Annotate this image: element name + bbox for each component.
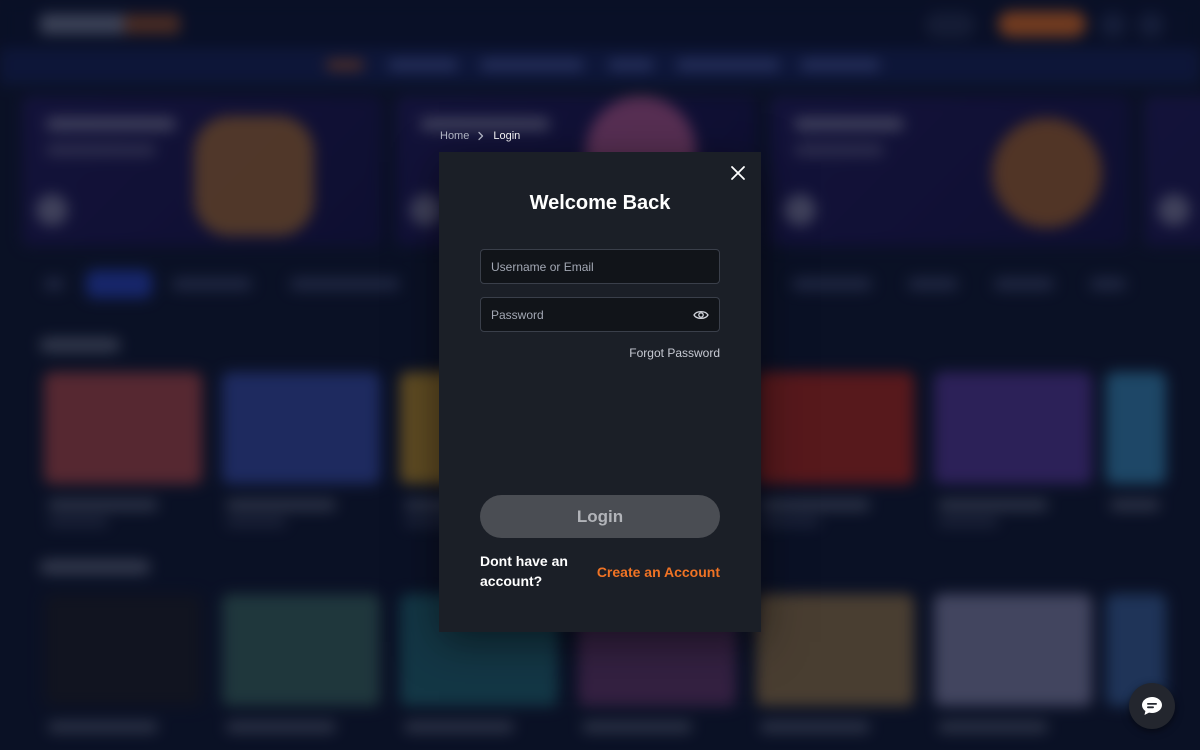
breadcrumb: Home Login	[440, 130, 520, 142]
login-button[interactable]: Login	[480, 495, 720, 538]
forgot-password-link[interactable]: Forgot Password	[629, 346, 720, 360]
page: Home Login Welcome Back Forgot Password …	[0, 0, 1200, 750]
chevron-right-icon	[475, 130, 487, 142]
modal-title: Welcome Back	[529, 192, 671, 214]
username-field	[480, 249, 720, 284]
login-modal: Welcome Back Forgot Password Login Dont …	[439, 152, 761, 632]
username-input[interactable]	[481, 250, 719, 283]
close-icon[interactable]	[729, 164, 747, 182]
breadcrumb-home-link[interactable]: Home	[440, 130, 469, 142]
no-account-text: Dont have an account?	[480, 553, 568, 589]
create-account-link[interactable]: Create an Account	[597, 564, 720, 580]
password-input[interactable]	[481, 298, 719, 331]
chat-icon	[1142, 697, 1162, 715]
chat-button[interactable]	[1129, 683, 1175, 729]
breadcrumb-current: Login	[493, 130, 521, 142]
eye-icon[interactable]	[693, 308, 709, 322]
password-field	[480, 297, 720, 332]
